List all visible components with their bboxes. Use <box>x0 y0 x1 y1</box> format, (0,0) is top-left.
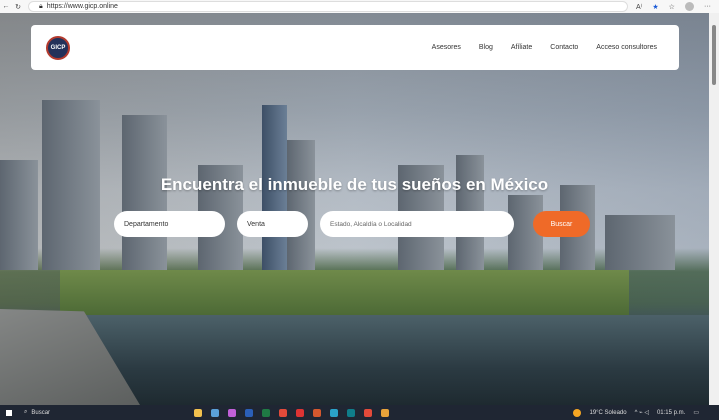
chrome-icon[interactable] <box>364 408 372 417</box>
logo-text: GICP <box>50 44 66 51</box>
back-icon[interactable]: ← <box>0 3 12 10</box>
nav-afiliate[interactable]: Afíliate <box>511 44 532 51</box>
taskbar-search[interactable]: ⌕ Buscar <box>24 409 124 416</box>
nav-acceso-consultores[interactable]: Acceso consultores <box>596 44 657 51</box>
address-bar[interactable]: 🔒︎ https://www.gicp.online <box>28 1 628 12</box>
favorite-star-icon[interactable]: ★ <box>652 3 658 11</box>
nav-blog[interactable]: Blog <box>479 44 493 51</box>
main-nav: Asesores Blog Afíliate Contacto Acceso c… <box>432 44 657 51</box>
tray-icons[interactable]: ^ ⌁ ◁ <box>635 409 649 416</box>
park <box>60 270 629 315</box>
weather-text[interactable]: 19°C Soleado <box>589 410 626 416</box>
clock[interactable]: 01:15 p.m. <box>657 410 685 416</box>
hero-section: GICP Asesores Blog Afíliate Contacto Acc… <box>0 13 709 405</box>
property-type-select[interactable]: Departamento <box>114 211 225 237</box>
profile-avatar[interactable] <box>684 2 694 11</box>
search-icon: ⌕ <box>24 409 28 415</box>
url-text: https://www.gicp.online <box>46 3 118 10</box>
search-button[interactable]: Buscar <box>533 211 590 237</box>
nav-asesores[interactable]: Asesores <box>432 44 461 51</box>
windows-start-icon[interactable] <box>6 409 12 416</box>
publisher-icon[interactable] <box>347 408 355 417</box>
powerpoint-icon[interactable] <box>313 408 321 417</box>
weather-sun-icon <box>573 408 582 417</box>
edge-icon[interactable] <box>330 408 338 417</box>
scrollbar-thumb[interactable] <box>712 25 716 85</box>
word-icon[interactable] <box>245 408 253 417</box>
notifications-icon[interactable]: ▭ <box>693 409 699 416</box>
operation-select[interactable]: Venta <box>237 211 308 237</box>
excel-icon[interactable] <box>262 408 270 417</box>
file-explorer-icon[interactable] <box>194 408 202 417</box>
chrome-icon[interactable] <box>381 408 389 417</box>
nav-contacto[interactable]: Contacto <box>550 44 578 51</box>
refresh-icon[interactable]: ↻ <box>12 3 24 11</box>
favorites-icon[interactable]: ☆ <box>669 3 675 11</box>
browser-toolbar: ← ↻ 🔒︎ https://www.gicp.online A⁾ ★ ☆ ··… <box>0 0 719 13</box>
chrome-icon[interactable] <box>279 408 287 417</box>
lock-icon: 🔒︎ <box>39 2 43 10</box>
taskbar: ⌕ Buscar 19°C Soleado ^ ⌁ ◁ 01:15 p.m. ▭ <box>0 405 719 420</box>
system-tray: 19°C Soleado ^ ⌁ ◁ 01:15 p.m. ▭ <box>573 408 719 417</box>
site-logo[interactable]: GICP <box>46 35 70 60</box>
copilot-icon[interactable] <box>228 408 236 417</box>
acrobat-icon[interactable] <box>296 408 304 417</box>
building <box>287 140 315 270</box>
hero-title: Encuentra el inmueble de tus sueños en M… <box>160 175 549 194</box>
app-icon[interactable] <box>211 408 219 417</box>
taskbar-search-label: Buscar <box>31 409 51 416</box>
read-aloud-icon[interactable]: A⁾ <box>636 3 642 11</box>
more-icon[interactable]: ··· <box>704 3 711 10</box>
scrollbar[interactable] <box>709 13 719 405</box>
taskbar-apps <box>194 408 389 417</box>
location-input[interactable]: Estado, Alcaldía o Localidad <box>320 211 514 237</box>
site-header: GICP Asesores Blog Afíliate Contacto Acc… <box>31 25 679 70</box>
building <box>605 215 675 270</box>
